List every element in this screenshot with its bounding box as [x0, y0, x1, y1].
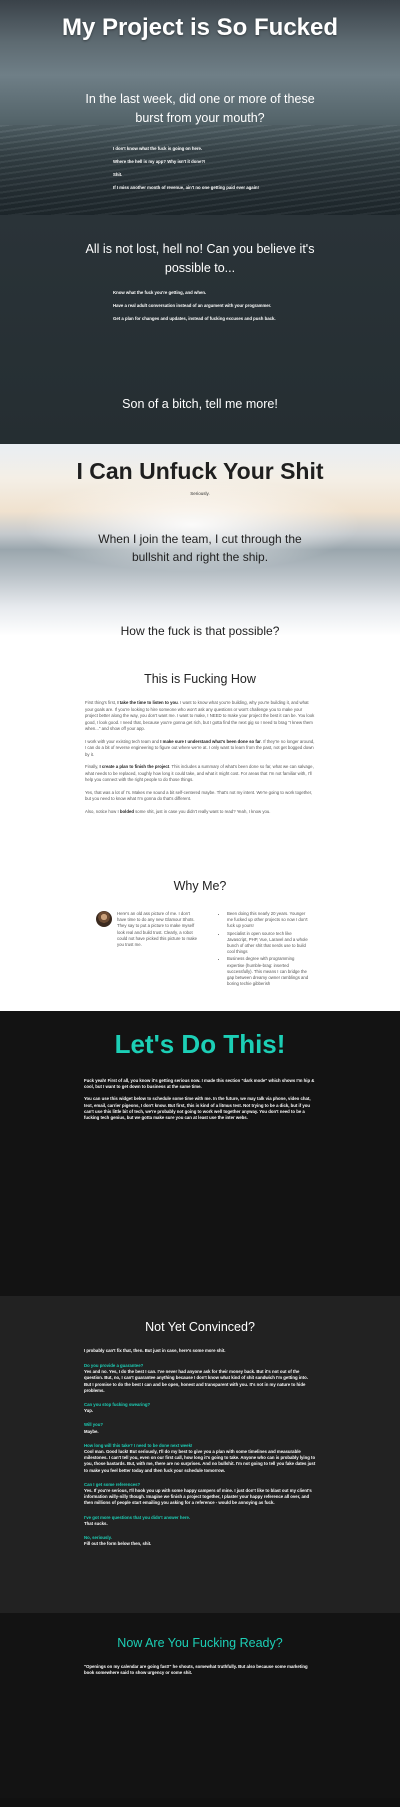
how-section: This is Fucking How First thing's first,…: [0, 662, 400, 841]
list-item: Get a plan for changes and updates, inst…: [113, 316, 276, 321]
why-bio: Here's an old ass picture of me. I don't…: [96, 911, 216, 988]
how-paragraph: I work with your existing tech team and …: [85, 738, 315, 757]
possible-list: Know what the fuck you're getting, and w…: [113, 290, 400, 322]
faq-item: Will you? Maybe.: [84, 1422, 316, 1434]
list-item: If I miss another month of revenue, ain'…: [113, 185, 259, 190]
lets-do-paragraph: Fuck yeah! First of all, you know it's g…: [84, 1078, 315, 1090]
lets-do-section: Let's Do This! Fuck yeah! First of all, …: [0, 1011, 400, 1296]
why-points: Been doing this nearly 20 years. Younger…: [221, 911, 309, 988]
possible-section: All is not lost, hell no! Can you believ…: [0, 215, 400, 444]
faq-item: Can I get some references? Yes. If you'r…: [84, 1482, 316, 1507]
unfuck-title: I Can Unfuck Your Shit: [76, 458, 324, 484]
list-item: Have a real adult conversation instead o…: [113, 303, 272, 308]
faq-answer: Fill out the form below then, shit.: [84, 1541, 152, 1547]
list-item: Where the hell is my app? Why isn't it d…: [113, 159, 206, 164]
faq-answer: Yes. If you're serious, I'll hook you up…: [84, 1488, 312, 1506]
why-columns: Here's an old ass picture of me. I don't…: [96, 911, 400, 988]
hero-pain-list: I don't know what the fuck is going on h…: [113, 146, 400, 191]
faq-item: Do you provide a guarantee? Yes and no. …: [84, 1363, 316, 1394]
list-item: Specialist in open source tech like Java…: [227, 931, 309, 956]
faq-answer: Maybe.: [84, 1428, 99, 1434]
unfuck-section: I Can Unfuck Your Shit Seriously. When I…: [0, 444, 400, 636]
faq-item: I've got more questions that you didn't …: [84, 1515, 316, 1527]
bio-text: Here's an old ass picture of me. I don't…: [117, 911, 198, 948]
faq-answer: Yes and no. Yes, I do the best I can. I'…: [84, 1369, 308, 1393]
list-item: I don't know what the fuck is going on h…: [113, 146, 203, 151]
how-paragraph: Yes, that was a lot of I's. Makes me sou…: [85, 789, 313, 802]
ready-section: Now Are You Fucking Ready? "Openings on …: [0, 1613, 400, 1798]
faq-item: How long will this take? I need to be do…: [84, 1443, 316, 1474]
how-paragraph: Finally, I create a plan to finish the p…: [85, 764, 314, 782]
list-item: Shit.: [113, 172, 123, 177]
seriously-text: Seriously.: [190, 491, 210, 496]
why-heading: Why Me?: [173, 879, 227, 893]
how-question: How the fuck is that possible?: [120, 624, 280, 638]
how-paragraph: Also, notice how I bolded some shit, jus…: [85, 808, 271, 814]
list-item: Been doing this nearly 20 years. Younger…: [227, 911, 309, 930]
not-convinced-heading: Not Yet Convinced?: [145, 1320, 255, 1334]
how-question-section: How the fuck is that possible?: [0, 624, 400, 662]
possible-heading: All is not lost, hell no! Can you believ…: [85, 242, 315, 275]
hero-title: My Project is So Fucked: [61, 14, 339, 41]
ready-heading: Now Are You Fucking Ready?: [117, 1636, 283, 1650]
ready-quote: "Openings on my calendar are going fast!…: [84, 1664, 308, 1676]
lets-do-heading: Let's Do This!: [114, 1029, 286, 1059]
faq-item: Can you stop fucking swearing? Yup.: [84, 1402, 316, 1414]
list-item: Know what the fuck you're getting, and w…: [113, 290, 207, 295]
faq-answer: That sucks.: [84, 1520, 108, 1526]
unfuck-statement: When I join the team, I cut through the …: [98, 532, 302, 564]
hero-question: In the last week, did one or more of the…: [85, 92, 315, 125]
not-convinced-intro: I probably can't fix that, then. But jus…: [84, 1348, 226, 1353]
list-item: Business degree with programming experti…: [227, 956, 309, 987]
lets-do-paragraph: You can use this widget below to schedul…: [84, 1096, 311, 1121]
avatar: [96, 911, 112, 927]
how-heading: This is Fucking How: [144, 672, 256, 686]
tell-me-more-link[interactable]: Son of a bitch, tell me more!: [0, 397, 400, 411]
faq-item: No, seriously. Fill out the form below t…: [84, 1535, 316, 1547]
why-section: Why Me? Here's an old ass picture of me.…: [0, 841, 400, 1011]
faq-answer: Yup.: [84, 1408, 94, 1414]
hero-section: My Project is So Fucked In the last week…: [0, 0, 400, 215]
faq-answer: Cool man. Good luck! But seriously, I'll…: [84, 1449, 316, 1473]
not-convinced-section: Not Yet Convinced? I probably can't fix …: [0, 1296, 400, 1613]
how-paragraph: First thing's first, I take the time to …: [85, 700, 315, 731]
